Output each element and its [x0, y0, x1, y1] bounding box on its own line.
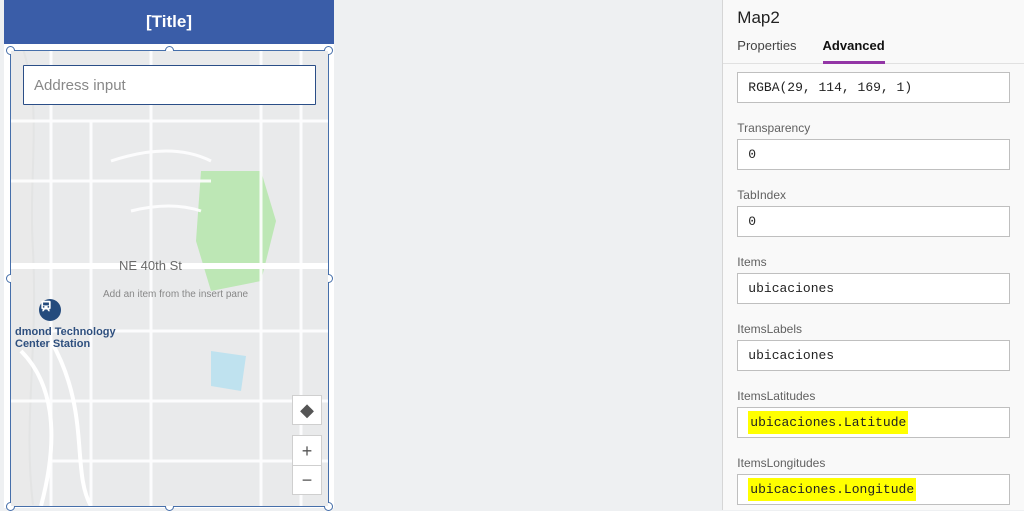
prop-value-input[interactable]: ubicaciones.Longitude [737, 474, 1010, 505]
prop-value-input[interactable]: 0 [737, 139, 1010, 170]
street-label: NE 40th St [119, 258, 182, 273]
prop-label: TabIndex [737, 188, 1010, 202]
prop-value-input[interactable]: ubicaciones [737, 273, 1010, 304]
prop-value-input[interactable]: ubicaciones [737, 340, 1010, 371]
map-zoom-in-button[interactable]: + [292, 435, 322, 465]
map-zoom-out-button[interactable]: − [292, 465, 322, 495]
map-control-selected[interactable]: Address input NE 40th St Add an item fro… [10, 50, 329, 507]
prop-value-input[interactable]: ubicaciones.Latitude [737, 407, 1010, 438]
app-title-label: [Title] [146, 12, 192, 32]
advanced-properties-list[interactable]: RGBA(29, 114, 169, 1) Transparency 0 TabInd… [723, 64, 1024, 510]
prop-value-input[interactable]: RGBA(29, 114, 169, 1) [737, 72, 1010, 103]
tab-properties[interactable]: Properties [737, 38, 796, 63]
prop-label: ItemsLatitudes [737, 389, 1010, 403]
prop-label: ItemsLabels [737, 322, 1010, 336]
prop-label: Transparency [737, 121, 1010, 135]
prop-label: Items [737, 255, 1010, 269]
properties-panel: Map2 Properties Advanced RGBA(29, 114, 1… [722, 0, 1024, 510]
map-svg [11, 51, 328, 506]
panel-tabs: Properties Advanced [723, 28, 1024, 64]
map-zoom-group: + − [292, 435, 322, 495]
address-search-input[interactable]: Address input [23, 65, 316, 105]
design-canvas[interactable]: [Title] [0, 0, 722, 510]
tab-advanced[interactable]: Advanced [823, 38, 885, 64]
map-surface[interactable]: Address input NE 40th St Add an item fro… [11, 51, 328, 506]
selected-control-name: Map2 [723, 0, 1024, 28]
map-compass-group: ◆ [292, 395, 322, 425]
address-placeholder: Address input [34, 77, 126, 94]
prop-value-input[interactable]: 0 [737, 206, 1010, 237]
map-compass-button[interactable]: ◆ [292, 395, 322, 425]
transit-station-label: dmond Technology Center Station [11, 326, 145, 350]
app-title-bar[interactable]: [Title] [4, 0, 334, 44]
transit-station-icon [39, 299, 61, 321]
canvas-hint-text: Add an item from the insert pane [103, 289, 248, 300]
prop-label: ItemsLongitudes [737, 456, 1010, 470]
